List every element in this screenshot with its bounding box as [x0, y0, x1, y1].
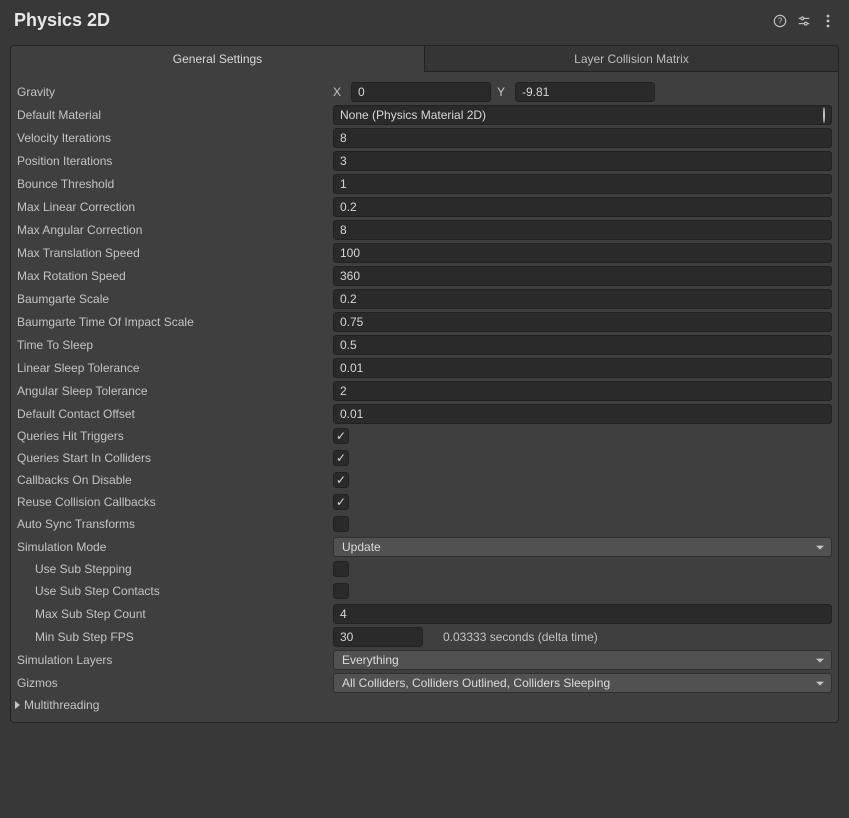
settings-sliders-icon[interactable] — [797, 14, 811, 28]
label-use-sub-step-contacts: Use Sub Step Contacts — [15, 584, 333, 598]
label-max-linear-correction: Max Linear Correction — [15, 200, 333, 214]
label-default-material: Default Material — [15, 108, 333, 122]
max-rotation-speed-field[interactable]: 360 — [333, 266, 832, 286]
max-linear-correction-field[interactable]: 0.2 — [333, 197, 832, 217]
label-multithreading: Multithreading — [24, 698, 99, 712]
min-sub-step-fps-field[interactable]: 30 — [333, 627, 423, 647]
gizmos-dropdown[interactable]: All Colliders, Colliders Outlined, Colli… — [333, 673, 832, 693]
reuse-collision-callbacks-checkbox[interactable] — [333, 494, 349, 510]
label-max-translation-speed: Max Translation Speed — [15, 246, 333, 260]
svg-text:?: ? — [778, 16, 783, 25]
max-sub-step-count-field[interactable]: 4 — [333, 604, 832, 624]
baumgarte-toi-scale-field[interactable]: 0.75 — [333, 312, 832, 332]
bounce-threshold-field[interactable]: 1 — [333, 174, 832, 194]
default-material-field[interactable]: None (Physics Material 2D) — [333, 105, 832, 125]
label-min-sub-step-fps: Min Sub Step FPS — [15, 630, 333, 644]
header-toolbar: ? — [773, 14, 835, 28]
object-picker-icon[interactable] — [823, 108, 825, 122]
label-gravity: Gravity — [15, 85, 333, 99]
label-queries-start-in-colliders: Queries Start In Colliders — [15, 451, 333, 465]
baumgarte-scale-field[interactable]: 0.2 — [333, 289, 832, 309]
label-bounce-threshold: Bounce Threshold — [15, 177, 333, 191]
label-queries-hit-triggers: Queries Hit Triggers — [15, 429, 333, 443]
row-gravity: Gravity X 0 Y -9.81 — [15, 80, 834, 103]
label-auto-sync-transforms: Auto Sync Transforms — [15, 517, 333, 531]
min-sub-step-fps-hint: 0.03333 seconds (delta time) — [429, 630, 598, 644]
linear-sleep-tolerance-field[interactable]: 0.01 — [333, 358, 832, 378]
label-gravity-y: Y — [497, 85, 509, 99]
max-translation-speed-field[interactable]: 100 — [333, 243, 832, 263]
label-angular-sleep-tolerance: Angular Sleep Tolerance — [15, 384, 333, 398]
simulation-mode-dropdown[interactable]: Update — [333, 537, 832, 557]
angular-sleep-tolerance-field[interactable]: 2 — [333, 381, 832, 401]
max-angular-correction-field[interactable]: 8 — [333, 220, 832, 240]
label-gravity-x: X — [333, 85, 345, 99]
settings-body: Gravity X 0 Y -9.81 Default Material Non… — [11, 72, 838, 722]
label-time-to-sleep: Time To Sleep — [15, 338, 333, 352]
use-sub-stepping-checkbox[interactable] — [333, 561, 349, 577]
label-simulation-layers: Simulation Layers — [15, 653, 333, 667]
help-icon[interactable]: ? — [773, 14, 787, 28]
settings-panel: General Settings Layer Collision Matrix … — [10, 45, 839, 723]
window-title: Physics 2D — [14, 10, 110, 31]
multithreading-foldout[interactable]: Multithreading — [15, 694, 834, 714]
callbacks-on-disable-checkbox[interactable] — [333, 472, 349, 488]
label-position-iterations: Position Iterations — [15, 154, 333, 168]
label-default-contact-offset: Default Contact Offset — [15, 407, 333, 421]
label-baumgarte-toi-scale: Baumgarte Time Of Impact Scale — [15, 315, 333, 329]
row-default-material: Default Material None (Physics Material … — [15, 103, 834, 126]
label-max-angular-correction: Max Angular Correction — [15, 223, 333, 237]
label-reuse-collision-callbacks: Reuse Collision Callbacks — [15, 495, 333, 509]
simulation-layers-dropdown[interactable]: Everything — [333, 650, 832, 670]
window-header: Physics 2D ? — [0, 0, 849, 41]
tab-general-settings[interactable]: General Settings — [11, 46, 425, 72]
label-simulation-mode: Simulation Mode — [15, 540, 333, 554]
default-contact-offset-field[interactable]: 0.01 — [333, 404, 832, 424]
velocity-iterations-field[interactable]: 8 — [333, 128, 832, 148]
label-baumgarte-scale: Baumgarte Scale — [15, 292, 333, 306]
label-callbacks-on-disable: Callbacks On Disable — [15, 473, 333, 487]
tab-layer-collision-matrix[interactable]: Layer Collision Matrix — [425, 46, 838, 72]
label-gizmos: Gizmos — [15, 676, 333, 690]
use-sub-step-contacts-checkbox[interactable] — [333, 583, 349, 599]
queries-hit-triggers-checkbox[interactable] — [333, 428, 349, 444]
label-velocity-iterations: Velocity Iterations — [15, 131, 333, 145]
default-material-value: None (Physics Material 2D) — [340, 108, 486, 122]
chevron-right-icon — [15, 701, 20, 709]
context-menu-icon[interactable] — [821, 14, 835, 28]
time-to-sleep-field[interactable]: 0.5 — [333, 335, 832, 355]
label-max-sub-step-count: Max Sub Step Count — [15, 607, 333, 621]
tab-bar: General Settings Layer Collision Matrix — [11, 46, 838, 72]
label-max-rotation-speed: Max Rotation Speed — [15, 269, 333, 283]
auto-sync-transforms-checkbox[interactable] — [333, 516, 349, 532]
label-use-sub-stepping: Use Sub Stepping — [15, 562, 333, 576]
gravity-x-field[interactable]: 0 — [351, 82, 491, 102]
gravity-y-field[interactable]: -9.81 — [515, 82, 655, 102]
position-iterations-field[interactable]: 3 — [333, 151, 832, 171]
queries-start-in-colliders-checkbox[interactable] — [333, 450, 349, 466]
label-linear-sleep-tolerance: Linear Sleep Tolerance — [15, 361, 333, 375]
